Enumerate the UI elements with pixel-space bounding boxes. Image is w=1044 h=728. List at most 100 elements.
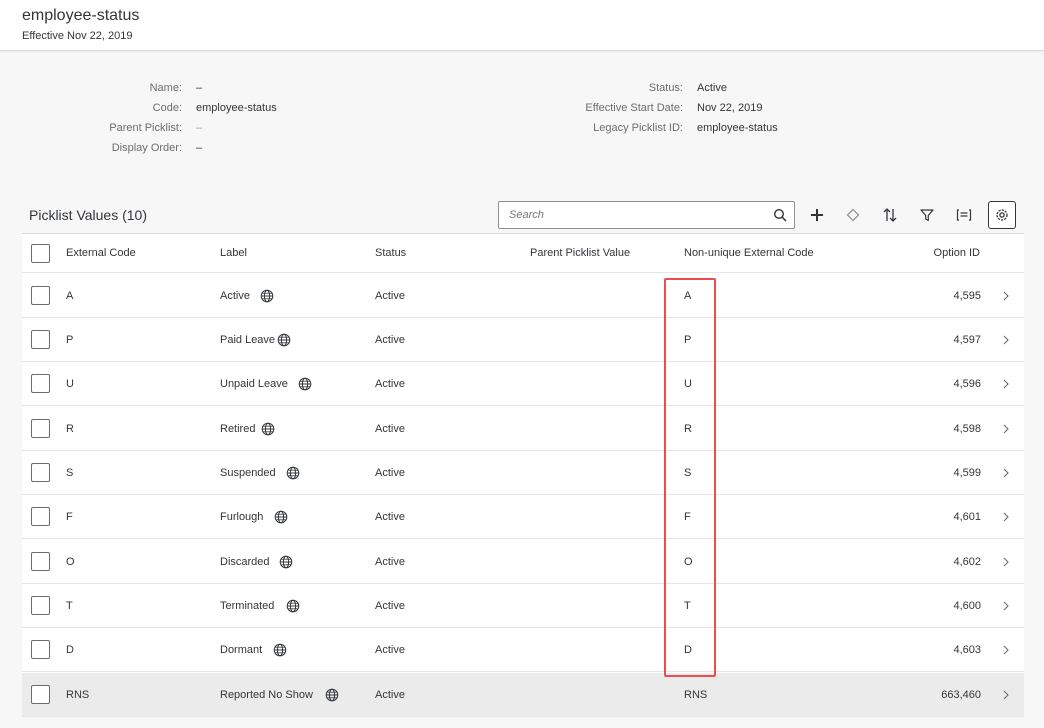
column-parent-picklist-value[interactable]: Parent Picklist Value	[530, 247, 630, 259]
table-row[interactable]: P Paid Leave Active P 4,597	[22, 318, 1024, 362]
row-checkbox[interactable]	[31, 596, 50, 615]
chevron-right-icon[interactable]	[1002, 644, 1010, 656]
row-checkbox[interactable]	[31, 374, 50, 393]
cell-non-unique-external-code: S	[684, 467, 692, 479]
chevron-right-icon[interactable]	[1002, 511, 1010, 523]
cell-option-id: 4,596	[953, 378, 981, 390]
cell-status: Active	[375, 689, 405, 701]
chevron-right-icon[interactable]	[1002, 334, 1010, 346]
sort-icon	[883, 208, 897, 222]
row-checkbox[interactable]	[31, 640, 50, 659]
cell-non-unique-external-code: R	[684, 423, 692, 435]
globe-icon[interactable]	[261, 422, 275, 436]
cell-non-unique-external-code: P	[684, 334, 692, 346]
globe-icon[interactable]	[286, 599, 300, 613]
table-row[interactable]: U Unpaid Leave Active U 4,596	[22, 362, 1024, 406]
chevron-right-icon[interactable]	[1002, 556, 1010, 568]
chevron-right-icon[interactable]	[1002, 378, 1010, 390]
globe-icon[interactable]	[260, 289, 274, 303]
table-row[interactable]: T Terminated Active T 4,600	[22, 584, 1024, 628]
cell-label: Active	[220, 290, 250, 302]
globe-icon[interactable]	[286, 466, 300, 480]
cell-option-id: 663,460	[941, 689, 981, 701]
chevron-right-icon[interactable]	[1002, 423, 1010, 435]
cell-option-id: 4,599	[953, 467, 981, 479]
cell-label: Unpaid Leave	[220, 378, 288, 390]
table-row[interactable]: O Discarded Active O 4,602	[22, 540, 1024, 584]
cell-status: Active	[375, 467, 405, 479]
settings-button[interactable]	[988, 201, 1016, 229]
cell-label: Furlough	[220, 511, 264, 523]
cell-external-code: A	[66, 290, 74, 302]
cell-non-unique-external-code: RNS	[684, 689, 708, 701]
add-button[interactable]	[803, 201, 831, 229]
cell-non-unique-external-code: D	[684, 644, 692, 656]
globe-icon[interactable]	[274, 510, 288, 524]
filter-icon	[920, 209, 934, 222]
table-row[interactable]: F Furlough Active F 4,601	[22, 495, 1024, 539]
cell-label: Reported No Show	[220, 689, 313, 701]
globe-icon[interactable]	[277, 333, 291, 347]
cell-status: Active	[375, 334, 405, 346]
table-row[interactable]: RNS Reported No Show Active RNS 663,460	[22, 673, 1024, 717]
globe-icon[interactable]	[325, 688, 339, 702]
chevron-right-icon[interactable]	[1002, 290, 1010, 302]
detail-value: –	[196, 142, 203, 154]
detail-value: Active	[697, 82, 727, 94]
globe-icon[interactable]	[279, 555, 293, 569]
search-input[interactable]: Search	[498, 201, 795, 229]
row-checkbox[interactable]	[31, 552, 50, 571]
table-header: External Code Label Status Parent Pickli…	[22, 234, 1024, 273]
settings-icon	[996, 209, 1008, 221]
cell-external-code: T	[66, 600, 73, 612]
cell-external-code: R	[66, 423, 74, 435]
select-all-checkbox[interactable]	[31, 244, 50, 263]
column-non-unique-external-code[interactable]: Non-unique External Code	[684, 247, 814, 259]
cell-option-id: 4,601	[953, 511, 981, 523]
row-checkbox[interactable]	[31, 685, 50, 704]
globe-icon[interactable]	[298, 377, 312, 391]
detail-status: Status: Active	[0, 80, 900, 96]
detail-legacy-picklist-id: Legacy Picklist ID: employee-status	[0, 120, 900, 136]
cell-label: Paid Leave	[220, 334, 276, 346]
cell-status: Active	[375, 600, 405, 612]
row-checkbox[interactable]	[31, 330, 50, 349]
table-row[interactable]: A Active Active A 4,595	[22, 274, 1024, 318]
table-row[interactable]: R Retired Active R 4,598	[22, 407, 1024, 451]
sort-button[interactable]	[876, 201, 904, 229]
cell-status: Active	[375, 423, 405, 435]
cell-label: Retired	[220, 423, 256, 435]
search-placeholder: Search	[509, 209, 544, 221]
cell-status: Active	[375, 556, 405, 568]
search-icon[interactable]	[773, 208, 787, 222]
column-label[interactable]: Label	[220, 247, 247, 259]
detail-label: Legacy Picklist ID:	[593, 122, 683, 134]
cell-non-unique-external-code: O	[684, 556, 693, 568]
row-checkbox[interactable]	[31, 286, 50, 305]
cell-non-unique-external-code: U	[684, 378, 692, 390]
diamond-button[interactable]	[839, 201, 867, 229]
row-checkbox[interactable]	[31, 507, 50, 526]
table-row[interactable]: D Dormant Active D 4,603	[22, 628, 1024, 672]
group-button[interactable]	[950, 201, 978, 229]
cell-status: Active	[375, 511, 405, 523]
column-option-id[interactable]: Option ID	[934, 247, 980, 259]
column-external-code[interactable]: External Code	[66, 247, 136, 259]
cell-external-code: D	[66, 644, 74, 656]
chevron-right-icon[interactable]	[1002, 600, 1010, 612]
row-checkbox[interactable]	[31, 463, 50, 482]
cell-label: Discarded	[220, 556, 270, 568]
cell-external-code: RNS	[66, 689, 90, 701]
detail-label: Status:	[648, 82, 683, 94]
globe-icon[interactable]	[273, 643, 287, 657]
cell-label: Suspended	[220, 467, 276, 479]
table-row[interactable]: S Suspended Active S 4,599	[22, 451, 1024, 495]
cell-non-unique-external-code: F	[684, 511, 691, 523]
chevron-right-icon[interactable]	[1002, 689, 1010, 701]
chevron-right-icon[interactable]	[1002, 467, 1010, 479]
row-checkbox[interactable]	[31, 419, 50, 438]
filter-button[interactable]	[913, 201, 941, 229]
column-status[interactable]: Status	[375, 247, 406, 259]
detail-value: employee-status	[697, 122, 778, 134]
detail-label: Display Order:	[111, 142, 182, 154]
